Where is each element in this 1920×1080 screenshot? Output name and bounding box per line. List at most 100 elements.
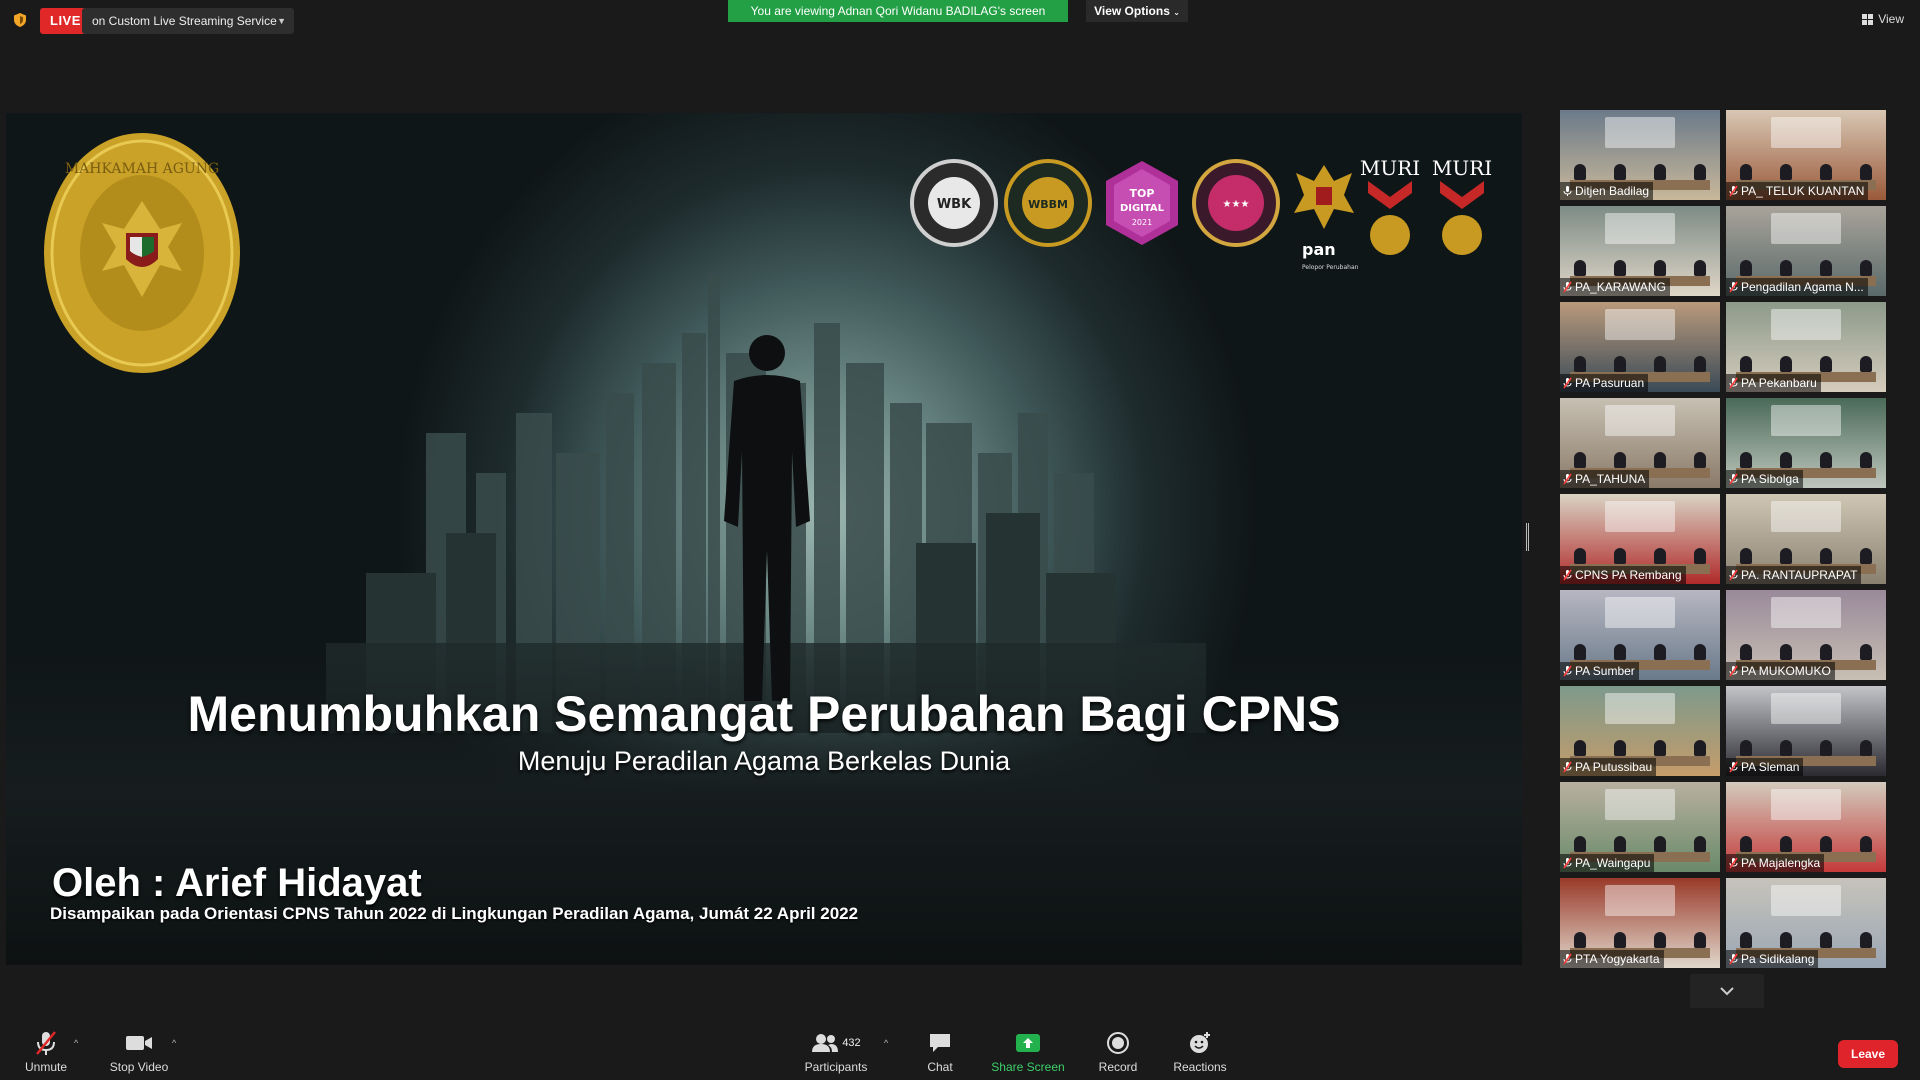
microphone-muted-icon bbox=[1563, 281, 1572, 293]
participants-seated bbox=[1560, 928, 1720, 950]
unmute-label: Unmute bbox=[24, 1060, 68, 1074]
microphone-muted-icon bbox=[1563, 377, 1572, 389]
participant-tile[interactable]: PA Sleman bbox=[1726, 686, 1886, 776]
media-center-banner bbox=[1770, 213, 1842, 244]
slide-event-line: Disampaikan pada Orientasi CPNS Tahun 20… bbox=[50, 904, 859, 923]
share-screen-icon bbox=[1016, 1034, 1040, 1052]
participant-name-label: PA Pasuruan bbox=[1560, 374, 1649, 392]
microphone-icon bbox=[1563, 186, 1572, 196]
participant-tile[interactable]: PA. RANTAUPRAPAT bbox=[1726, 494, 1886, 584]
garuda-pan-logo: pan Pelopor Perubahan bbox=[1294, 165, 1359, 271]
microphone-muted-icon bbox=[36, 1031, 56, 1055]
participant-tile[interactable]: PA_ TELUK KUANTAN bbox=[1726, 110, 1886, 200]
unmute-button[interactable]: Unmute bbox=[20, 1030, 72, 1074]
participants-seated bbox=[1560, 256, 1720, 278]
live-streaming-dropdown[interactable]: on Custom Live Streaming Service ▼ bbox=[82, 8, 294, 34]
gallery-next-page-button[interactable] bbox=[1690, 974, 1764, 1008]
view-options-button[interactable]: View Options ⌄ bbox=[1086, 0, 1188, 22]
chat-button[interactable]: Chat bbox=[916, 1030, 964, 1074]
participants-button[interactable]: 432 Participants bbox=[796, 1030, 876, 1074]
top-digital-awards-logo: TOP DIGITAL 2021 bbox=[1106, 161, 1178, 245]
muri-medal-logo-1: MURI bbox=[1360, 156, 1420, 255]
participant-name-label: PA. RANTAUPRAPAT bbox=[1726, 566, 1862, 584]
participant-tile[interactable]: PA Sumber bbox=[1560, 590, 1720, 680]
chevron-down-icon bbox=[1720, 987, 1734, 996]
meeting-toolbar: Unmute ^ Stop Video ^ 432 Participants ^… bbox=[0, 1016, 1920, 1080]
svg-text:★★★: ★★★ bbox=[1223, 199, 1250, 210]
microphone-muted-icon bbox=[1563, 953, 1572, 965]
audio-options-caret[interactable]: ^ bbox=[74, 1038, 78, 1048]
microphone-muted-icon bbox=[1729, 281, 1738, 293]
chat-icon bbox=[930, 1034, 950, 1052]
participant-tile[interactable]: Pengadilan Agama N... bbox=[1726, 206, 1886, 296]
participants-seated bbox=[1560, 448, 1720, 470]
participant-tile[interactable]: PA Pasuruan bbox=[1560, 302, 1720, 392]
participant-name-label: Pa Sidikalang bbox=[1726, 950, 1819, 968]
participant-name-label: PTA Yogyakarta bbox=[1560, 950, 1664, 968]
participant-tile[interactable]: PA_TAHUNA bbox=[1560, 398, 1720, 488]
stop-video-button[interactable]: Stop Video bbox=[104, 1030, 174, 1074]
participants-seated bbox=[1726, 640, 1886, 662]
participant-tile[interactable]: PA_KARAWANG bbox=[1560, 206, 1720, 296]
stop-video-label: Stop Video bbox=[109, 1060, 169, 1074]
participants-icon bbox=[812, 1034, 839, 1052]
svg-text:TOP: TOP bbox=[1130, 187, 1155, 200]
participant-tile[interactable]: PA Putussibau bbox=[1560, 686, 1720, 776]
participant-name-label: Pengadilan Agama N... bbox=[1726, 278, 1868, 296]
svg-text:Pelopor Perubahan: Pelopor Perubahan bbox=[1302, 264, 1359, 271]
participant-name: PA Sumber bbox=[1575, 664, 1635, 678]
microphone-muted-icon bbox=[1563, 473, 1572, 485]
participant-name-label: PA MUKOMUKO bbox=[1726, 662, 1835, 680]
record-icon bbox=[1107, 1032, 1129, 1054]
panel-resize-handle[interactable] bbox=[1526, 523, 1529, 551]
wbbm-logo: WBBM bbox=[1004, 159, 1092, 247]
participant-tile[interactable]: PA Pekanbaru bbox=[1726, 302, 1886, 392]
share-screen-button[interactable]: Share Screen bbox=[990, 1030, 1066, 1074]
participant-tile[interactable]: PTA Yogyakarta bbox=[1560, 878, 1720, 968]
microphone-muted-icon bbox=[1563, 569, 1572, 581]
media-center-banner bbox=[1770, 309, 1842, 340]
svg-text:DIGITAL: DIGITAL bbox=[1120, 203, 1165, 214]
microphone-muted-icon bbox=[1729, 473, 1738, 485]
leave-button[interactable]: Leave bbox=[1838, 1040, 1898, 1068]
view-options-label: View Options bbox=[1094, 4, 1170, 18]
reactions-smiley-icon bbox=[1190, 1032, 1210, 1053]
microphone-muted-icon bbox=[1729, 953, 1738, 965]
media-center-banner bbox=[1770, 117, 1842, 148]
participant-name: PA Putussibau bbox=[1575, 760, 1653, 774]
svg-text:MURI: MURI bbox=[1360, 156, 1420, 180]
media-center-banner bbox=[1770, 405, 1842, 436]
participant-tile[interactable]: PA Sibolga bbox=[1726, 398, 1886, 488]
participant-tile[interactable]: PA MUKOMUKO bbox=[1726, 590, 1886, 680]
participant-name: PA MUKOMUKO bbox=[1741, 664, 1831, 678]
participant-tile[interactable]: PA Majalengka bbox=[1726, 782, 1886, 872]
microphone-muted-icon bbox=[1563, 761, 1572, 773]
participant-name: PA Pasuruan bbox=[1575, 376, 1645, 390]
participant-name-label: PA Pekanbaru bbox=[1726, 374, 1821, 392]
microphone-muted-icon bbox=[1729, 857, 1738, 869]
share-screen-label: Share Screen bbox=[991, 1060, 1065, 1074]
participant-tile[interactable]: CPNS PA Rembang bbox=[1560, 494, 1720, 584]
participants-seated bbox=[1726, 160, 1886, 182]
participant-tile[interactable]: PA_Waingapu bbox=[1560, 782, 1720, 872]
participant-name: PTA Yogyakarta bbox=[1575, 952, 1660, 966]
microphone-muted-icon bbox=[1729, 377, 1738, 389]
microphone-muted-icon bbox=[1729, 185, 1738, 197]
media-center-banner bbox=[1604, 213, 1676, 244]
live-target-label: on Custom Live Streaming Service bbox=[92, 14, 277, 28]
security-shield-icon[interactable] bbox=[12, 12, 28, 28]
view-button[interactable]: View bbox=[1862, 12, 1904, 26]
participant-name: Pengadilan Agama N... bbox=[1741, 280, 1864, 294]
participants-options-caret[interactable]: ^ bbox=[884, 1038, 888, 1048]
participants-seated bbox=[1560, 544, 1720, 566]
video-options-caret[interactable]: ^ bbox=[172, 1038, 176, 1048]
participant-name: PA_TAHUNA bbox=[1575, 472, 1646, 486]
participant-tile[interactable]: Pa Sidikalang bbox=[1726, 878, 1886, 968]
record-button[interactable]: Record bbox=[1090, 1030, 1146, 1074]
participant-name-label: PA Sleman bbox=[1726, 758, 1804, 776]
svg-text:WBBM: WBBM bbox=[1028, 198, 1068, 211]
participants-seated bbox=[1726, 544, 1886, 566]
media-center-banner bbox=[1770, 885, 1842, 916]
participant-tile[interactable]: Ditjen Badilag bbox=[1560, 110, 1720, 200]
reactions-button[interactable]: Reactions bbox=[1168, 1030, 1232, 1074]
